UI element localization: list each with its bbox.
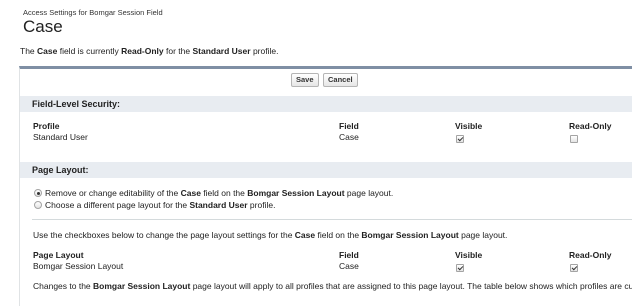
profile-cell: Standard User xyxy=(33,132,88,142)
column-header-visible: Visible xyxy=(455,250,483,260)
page-title: Case xyxy=(23,17,63,36)
page-subtitle: Access Settings for Bomgar Session Field xyxy=(23,8,163,17)
choose-layout-label: Choose a different page layout for the S… xyxy=(45,200,276,210)
choose-layout-radio[interactable] xyxy=(34,201,42,209)
divider xyxy=(32,219,632,220)
column-header-profile: Profile xyxy=(33,121,60,131)
remove-editability-label: Remove or change editability of the Case… xyxy=(45,188,394,198)
fls-visible-checkbox[interactable] xyxy=(456,135,464,143)
layout-read-only-checkbox[interactable] xyxy=(570,264,578,272)
save-button[interactable]: Save xyxy=(291,73,319,87)
settings-panel: Save Cancel Field-Level Security: Profil… xyxy=(19,66,632,306)
remove-editability-radio[interactable] xyxy=(34,189,42,197)
field-cell: Case xyxy=(339,132,359,142)
layout-visible-checkbox[interactable] xyxy=(456,264,464,272)
column-header-read-only: Read-Only xyxy=(569,121,612,131)
column-header-page-layout: Page Layout xyxy=(33,250,84,260)
column-header-visible: Visible xyxy=(455,121,483,131)
column-header-field: Field xyxy=(339,121,359,131)
section-header-field-level-security: Field-Level Security: xyxy=(20,96,632,112)
status-description: The Case field is currently Read-Only fo… xyxy=(20,46,279,56)
layout-cell: Bomgar Session Layout xyxy=(33,261,124,271)
column-header-read-only: Read-Only xyxy=(569,250,612,260)
cancel-button[interactable]: Cancel xyxy=(323,73,358,87)
field-cell: Case xyxy=(339,261,359,271)
column-header-field: Field xyxy=(339,250,359,260)
fls-read-only-checkbox[interactable] xyxy=(570,135,578,143)
layout-note-text: Changes to the Bomgar Session Layout pag… xyxy=(33,281,632,291)
section-header-page-layout: Page Layout: xyxy=(20,162,632,178)
layout-instruction-text: Use the checkboxes below to change the p… xyxy=(33,230,508,240)
